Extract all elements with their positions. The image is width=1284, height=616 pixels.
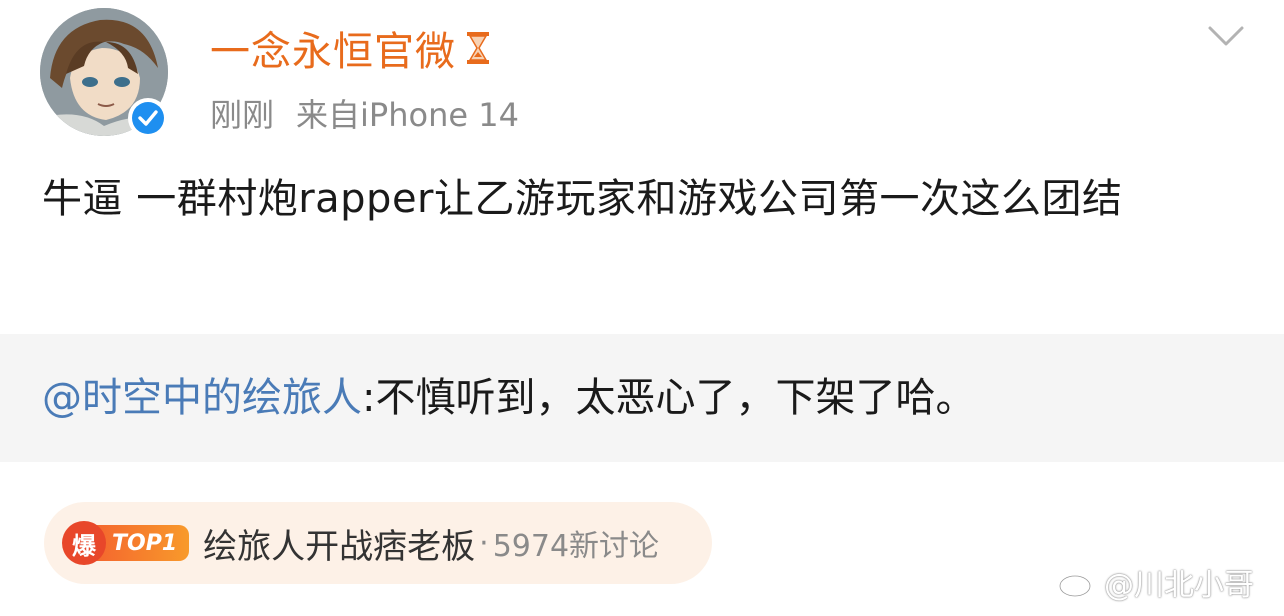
trending-topic[interactable]: 爆 TOP1 绘旅人开战痞老板 · 5974新讨论 <box>44 502 712 584</box>
post-body: 牛逼 一群村炮rapper让乙游玩家和游戏公司第一次这么团结 <box>42 176 1123 222</box>
rank-badge: TOP1 <box>92 525 190 561</box>
quoted-post-text: @时空中的绘旅人:不慎听到，太恶心了，下架了哈。 <box>42 374 975 422</box>
post-meta: 刚刚 来自iPhone 14 <box>210 90 519 136</box>
timestamp: 刚刚 <box>210 96 275 134</box>
quoted-text: :不慎听到，太恶心了，下架了哈。 <box>362 375 976 421</box>
username[interactable]: 一念永恒官微 <box>210 20 490 76</box>
hot-badge: 爆 <box>62 521 106 565</box>
trending-title: 绘旅人开战痞老板 <box>203 526 476 567</box>
quoted-mention-link[interactable]: @时空中的绘旅人 <box>42 375 362 421</box>
hourglass-icon <box>466 31 490 65</box>
watermark-text: @川北小哥 <box>1104 568 1254 603</box>
username-text[interactable]: 一念永恒官微 <box>210 19 456 77</box>
weibo-logo-icon <box>1058 566 1098 598</box>
chevron-down-icon[interactable] <box>1206 22 1246 50</box>
trending-count: 5974新讨论 <box>492 529 660 564</box>
trending-separator: · <box>479 525 489 561</box>
watermark: @川北小哥 <box>1058 562 1254 603</box>
verified-badge-icon <box>128 98 168 138</box>
quoted-post[interactable]: @时空中的绘旅人:不慎听到，太恶心了，下架了哈。 <box>0 334 1284 462</box>
post-source: 来自iPhone 14 <box>296 96 519 134</box>
